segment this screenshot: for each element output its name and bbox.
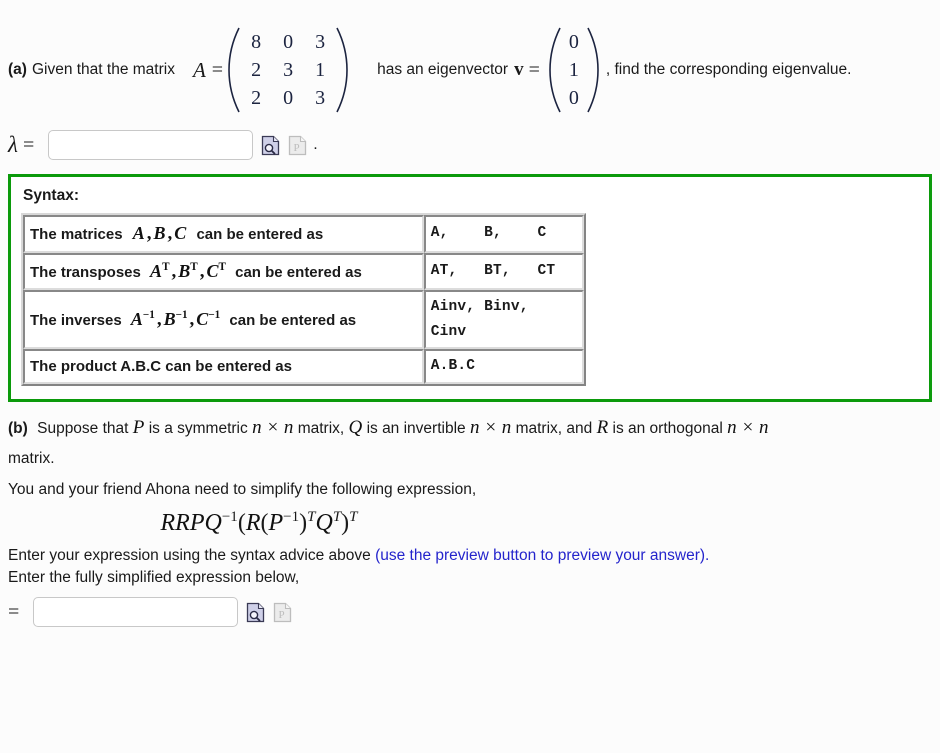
syntax-title: Syntax: bbox=[23, 187, 79, 204]
syntax-desc-math: A−1, B−1, C−1 bbox=[130, 308, 221, 330]
syntax-desc-suffix: can be entered as bbox=[229, 311, 357, 329]
lambda-symbol: λ bbox=[8, 132, 18, 157]
matrix-a-cell: 0 bbox=[283, 30, 294, 53]
part-b-label: (b) bbox=[8, 420, 28, 438]
print-document-p-icon[interactable]: P bbox=[287, 134, 307, 156]
part-b-question: (b) Suppose that P is a symmetric n × n … bbox=[0, 402, 940, 628]
part-a-question: (a) Given that the matrix A = 8 0 3 2 3 … bbox=[0, 0, 940, 114]
matrix-a-cell: 3 bbox=[315, 86, 326, 109]
part-b-text-6: is an orthogonal bbox=[612, 420, 723, 438]
dimension-2: n × n bbox=[469, 417, 512, 439]
syntax-desc-prefix: The matrices bbox=[30, 226, 123, 243]
table-row: The inverses A−1, B−1, C−1 can be entered … bbox=[23, 290, 584, 350]
vector-v-cell: 0 bbox=[568, 30, 579, 53]
part-b-instruction-line: Enter your expression using the syntax a… bbox=[8, 547, 940, 565]
left-paren-icon bbox=[227, 26, 240, 114]
syntax-code-cell: Ainv, Binv, Cinv bbox=[423, 290, 584, 350]
matrix-a-equals: = bbox=[211, 58, 224, 81]
table-row: The product A.B.C can be entered as A.B.… bbox=[23, 349, 584, 385]
syntax-desc-math: AT, BT, CT bbox=[150, 260, 226, 282]
dimension-1: n × n bbox=[252, 417, 294, 439]
vector-v-equals: = bbox=[528, 58, 540, 81]
part-b-text-4: is an invertible bbox=[366, 420, 466, 438]
table-row: The transposes AT, BT, CT can be entered a… bbox=[23, 252, 584, 291]
part-b-enter-line: Enter the fully simplified expression be… bbox=[8, 569, 300, 587]
matrix-a-cell: 0 bbox=[283, 86, 294, 109]
syntax-desc-suffix: can be entered as bbox=[196, 226, 324, 243]
syntax-desc-suffix: can be entered as bbox=[235, 263, 362, 281]
matrix-a: 8 0 3 2 3 1 2 0 3 bbox=[227, 26, 349, 114]
symbol-p: P bbox=[132, 417, 145, 439]
matrix-a-grid: 8 0 3 2 3 1 2 0 3 bbox=[240, 28, 336, 112]
right-paren-icon bbox=[587, 26, 600, 114]
symbol-q: Q bbox=[348, 417, 363, 439]
dimension-3: n × n bbox=[727, 417, 769, 439]
vector-v-cell: 1 bbox=[568, 58, 579, 81]
vector-v-cell: 0 bbox=[568, 86, 579, 109]
svg-text:P: P bbox=[293, 142, 299, 154]
part-a-answer-row: λ = P . bbox=[0, 114, 940, 160]
preview-document-magnifier-icon[interactable] bbox=[260, 134, 280, 156]
matrix-a-name: A bbox=[192, 57, 206, 82]
part-a-lead-text: Given that the matrix bbox=[31, 61, 175, 78]
part-a-label: (a) bbox=[8, 61, 27, 78]
matrix-a-cell: 3 bbox=[315, 30, 326, 53]
left-paren-icon bbox=[548, 26, 561, 114]
part-b-text-3: matrix, bbox=[297, 420, 345, 438]
syntax-help-box: Syntax: The matrices A,B,C can be entere… bbox=[8, 174, 932, 403]
part-a-trailing-text: , find the corresponding eigenvalue. bbox=[605, 61, 852, 78]
matrix-a-cell: 2 bbox=[251, 58, 262, 81]
symbol-r: R bbox=[596, 417, 609, 439]
vector-v-grid: 0 1 0 bbox=[561, 28, 587, 112]
trailing-period: . bbox=[313, 136, 318, 153]
syntax-code-cell: A, B, C bbox=[423, 215, 584, 253]
syntax-description-cell: The matrices A,B,C can be entered as bbox=[23, 215, 424, 253]
syntax-description-cell: The inverses A−1, B−1, C−1 can be entered … bbox=[23, 290, 424, 350]
part-b-answer-input[interactable] bbox=[33, 597, 239, 628]
syntax-code-cell: A.B.C bbox=[423, 349, 584, 385]
part-b-text-1: Suppose that bbox=[37, 420, 129, 438]
expression-to-simplify: RRPQ−1(R(P−1)TQT)T bbox=[160, 509, 358, 537]
svg-text:P: P bbox=[278, 609, 284, 621]
matrix-a-cell: 2 bbox=[251, 86, 262, 109]
part-b-line2: matrix. bbox=[8, 449, 55, 467]
vector-v: 0 1 0 bbox=[548, 26, 600, 114]
syntax-desc-math: A,B,C bbox=[132, 223, 187, 244]
part-b-answer-row: = P bbox=[8, 591, 940, 628]
syntax-desc-prefix: The transposes bbox=[30, 263, 141, 281]
vector-v-name: v bbox=[514, 59, 524, 80]
syntax-code-cell: AT, BT, CT bbox=[423, 252, 584, 291]
part-b-line1: (b) Suppose that P is a symmetric n × n … bbox=[8, 414, 940, 443]
lambda-answer-input[interactable] bbox=[48, 130, 254, 160]
instruction-text-blue: (use the preview button to preview your … bbox=[375, 547, 710, 565]
matrix-a-cell: 8 bbox=[251, 30, 262, 53]
lambda-equals: = bbox=[22, 133, 35, 156]
part-a-middle-text: has an eigenvector bbox=[377, 61, 509, 78]
syntax-description-cell: The product A.B.C can be entered as bbox=[23, 349, 424, 385]
print-document-p-icon[interactable]: P bbox=[272, 601, 292, 623]
part-b-equals: = bbox=[8, 600, 20, 623]
matrix-a-cell: 1 bbox=[315, 58, 326, 81]
syntax-table: The matrices A,B,C can be entered as A, … bbox=[21, 213, 586, 387]
exercise-page: (a) Given that the matrix A = 8 0 3 2 3 … bbox=[0, 0, 940, 753]
right-paren-icon bbox=[336, 26, 349, 114]
syntax-desc-prefix: The inverses bbox=[30, 311, 122, 329]
matrix-a-cell: 3 bbox=[283, 58, 294, 81]
syntax-description-cell: The transposes AT, BT, CT can be entered a… bbox=[23, 252, 424, 291]
part-b-line3: You and your friend Ahona need to simpli… bbox=[8, 480, 477, 498]
preview-document-magnifier-icon[interactable] bbox=[245, 601, 265, 623]
part-b-text-2: is a symmetric bbox=[148, 420, 248, 438]
table-row: The matrices A,B,C can be entered as A, … bbox=[23, 215, 584, 253]
part-b-text-5: matrix, and bbox=[515, 420, 593, 438]
instruction-text-black: Enter your expression using the syntax a… bbox=[8, 547, 371, 565]
